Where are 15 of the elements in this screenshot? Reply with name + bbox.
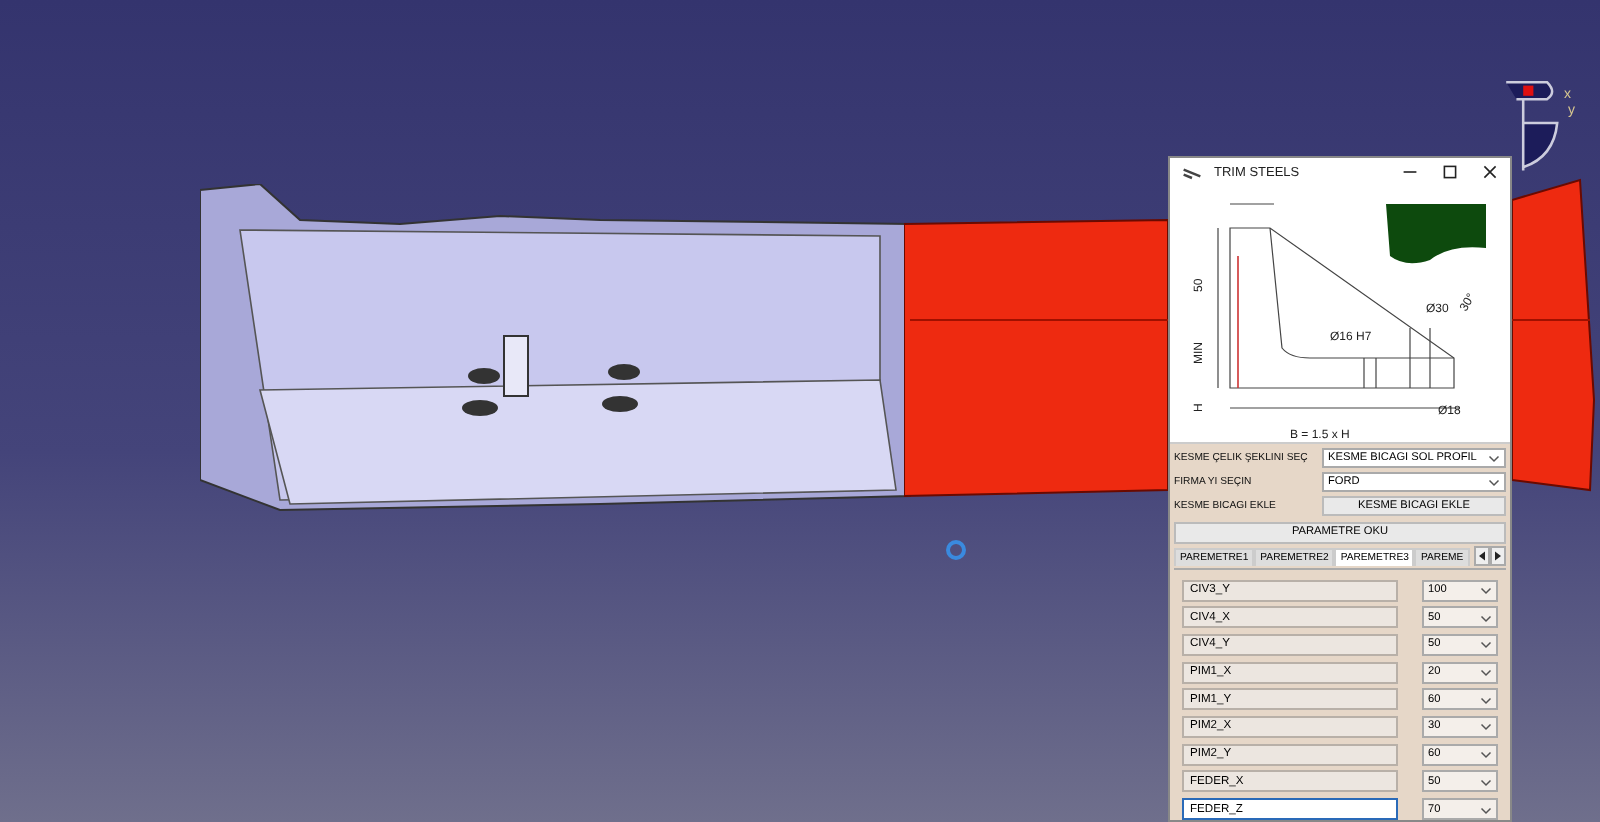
chevron-icon bbox=[1480, 693, 1492, 706]
scroll-right-icon[interactable] bbox=[1490, 546, 1506, 566]
chevron-icon bbox=[1480, 638, 1492, 651]
scroll-left-icon[interactable] bbox=[1474, 546, 1490, 566]
close-icon[interactable] bbox=[1482, 164, 1498, 181]
chevron-icon bbox=[1480, 748, 1492, 761]
chevron-icon bbox=[1480, 666, 1492, 679]
chevron-icon bbox=[1480, 584, 1492, 596]
chevron-icon bbox=[1480, 611, 1492, 624]
maximize-icon[interactable] bbox=[1442, 164, 1458, 181]
pivot-circle-icon bbox=[944, 538, 968, 562]
app-icon bbox=[1182, 165, 1202, 180]
chevron-icon bbox=[1480, 775, 1492, 788]
chevron-icon bbox=[1480, 720, 1492, 733]
chevron-icon bbox=[1480, 803, 1492, 815]
